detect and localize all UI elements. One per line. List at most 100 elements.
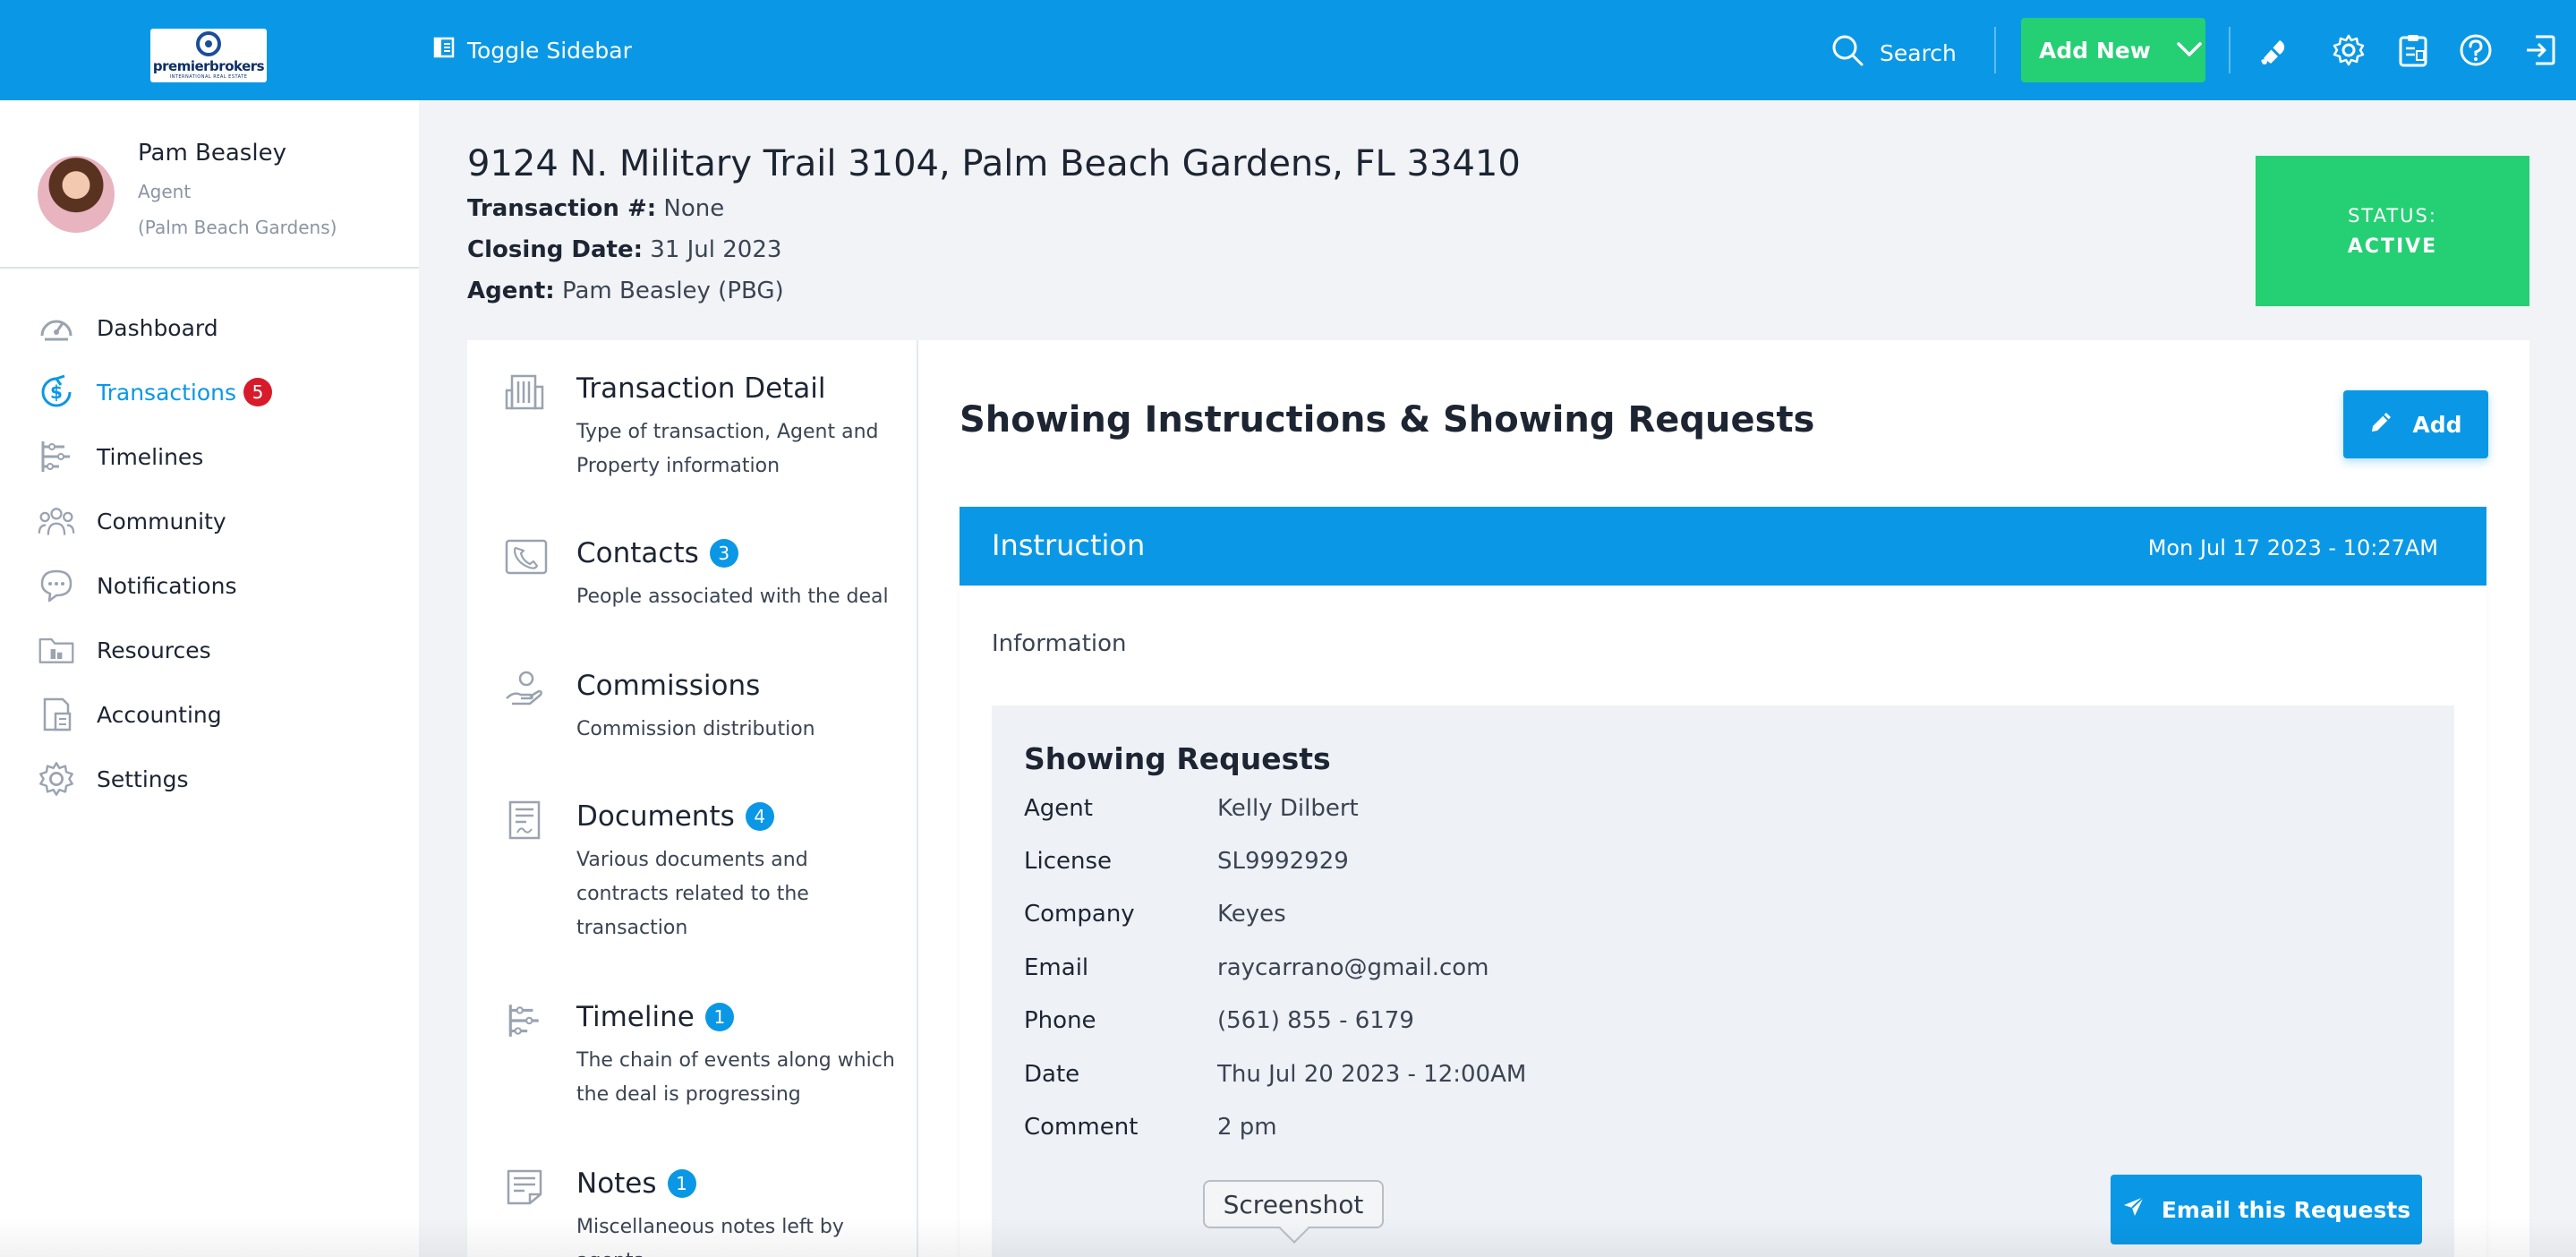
transaction-agent: Agent: Pam Beasley (PBG) (467, 278, 784, 304)
request-value: (561) 855 - 6179 (1217, 1007, 1414, 1034)
document-icon (505, 800, 544, 840)
speedometer-icon (38, 309, 75, 346)
request-value: SL9992929 (1217, 848, 1349, 875)
note-icon (505, 1167, 544, 1207)
section-description: Commission distribution (576, 718, 815, 740)
closing-date-value: 31 Jul 2023 (650, 236, 782, 263)
section-documents[interactable]: Documents 4 Various documents and contra… (505, 800, 899, 944)
section-title: Transaction Detail (576, 372, 826, 405)
sidebar-item-label: Timelines (97, 443, 204, 470)
calculator-icon (38, 696, 75, 733)
transaction-card: Transaction Detail Type of transaction, … (467, 340, 2529, 1257)
section-transaction-detail[interactable]: Transaction Detail Type of transaction, … (505, 372, 899, 477)
request-value: Keyes (1217, 901, 1286, 928)
building-icon (505, 372, 544, 412)
screenshot-tooltip: Screenshot (1203, 1180, 1384, 1228)
chat-bubble-icon (38, 567, 75, 604)
bell-icon[interactable] (2256, 32, 2291, 68)
folder-icon (38, 631, 75, 669)
company-logo[interactable]: premierbrokers INTERNATIONAL REAL ESTATE (150, 29, 267, 82)
page-title: Showing Instructions & Showing Requests (960, 399, 1815, 440)
search-button[interactable]: Search (1830, 32, 1957, 73)
request-value: Thu Jul 20 2023 - 12:00AM (1217, 1061, 1527, 1088)
gear-icon (38, 760, 75, 798)
search-label: Search (1880, 39, 1957, 66)
sidebar-item-label: Accounting (97, 701, 222, 728)
section-title: Contacts 3 (576, 537, 738, 569)
section-commissions[interactable]: Commissions Commission distribution (505, 670, 899, 741)
clipboard-icon[interactable] (2395, 32, 2431, 68)
contacts-count-badge: 3 (709, 539, 738, 568)
request-value: Kelly Dilbert (1217, 795, 1359, 822)
sidebar-nav: Dashboard $ Transactions 5 Timelines Com… (0, 295, 419, 811)
notes-count-badge: 1 (667, 1169, 696, 1198)
instruction-date: Mon Jul 17 2023 - 10:27AM (2147, 535, 2438, 560)
help-icon[interactable] (2458, 32, 2494, 68)
information-label: Information (992, 630, 1127, 657)
sidebar-item-label: Community (97, 508, 226, 534)
section-notes[interactable]: Notes 1 Miscellaneous notes left by agen… (505, 1167, 899, 1257)
profile-name: Pam Beasley (138, 140, 286, 167)
people-icon (38, 502, 75, 540)
pencil-icon (2369, 409, 2394, 440)
transaction-agent-value: Pam Beasley (PBG) (561, 278, 784, 304)
request-key: Comment (1024, 1114, 1139, 1141)
profile-office: (Palm Beach Gardens) (138, 217, 337, 238)
hand-coin-icon (505, 670, 544, 709)
transaction-sections-menu: Transaction Detail Type of transaction, … (467, 340, 918, 1257)
section-timeline[interactable]: Timeline 1 The chain of events along whi… (505, 1001, 899, 1108)
avatar[interactable] (38, 156, 115, 233)
add-new-dropdown[interactable]: Add New (2021, 18, 2205, 82)
instruction-title: Instruction (992, 528, 1146, 562)
section-description: Type of transaction, Agent and Property … (576, 421, 879, 477)
sidebar-item-settings[interactable]: Settings (0, 747, 419, 811)
divider (1994, 27, 1996, 73)
user-profile[interactable]: Pam Beasley Agent (Palm Beach Gardens) (0, 100, 419, 269)
sidebar-item-resources[interactable]: Resources (0, 618, 419, 682)
sidebar-item-timelines[interactable]: Timelines (0, 424, 419, 489)
timeline-icon (38, 438, 75, 475)
top-bar: premierbrokers INTERNATIONAL REAL ESTATE… (0, 0, 2576, 100)
request-key: Date (1024, 1061, 1080, 1088)
transaction-agent-label: Agent: (467, 278, 555, 304)
transactions-count-badge: 5 (243, 378, 273, 406)
sidebar-item-label: Settings (97, 765, 189, 792)
status-label: STATUS: (2348, 204, 2437, 227)
transaction-number: Transaction #: None (467, 195, 724, 222)
sidebar-item-label: Transactions (97, 379, 237, 406)
sidebar-item-notifications[interactable]: Notifications (0, 553, 419, 618)
section-title-text: Notes (576, 1167, 657, 1200)
status-value: ACTIVE (2347, 235, 2438, 258)
add-new-label: Add New (2039, 37, 2151, 64)
sidebar-icon (433, 37, 455, 64)
send-icon (2122, 1195, 2145, 1224)
sidebar-item-accounting[interactable]: Accounting (0, 682, 419, 747)
sidebar-item-transactions[interactable]: $ Transactions 5 (0, 360, 419, 424)
instruction-body: Information Showing Requests Agent Kelly… (960, 586, 2486, 1257)
section-contacts[interactable]: Contacts 3 People associated with the de… (505, 537, 899, 609)
section-description: Miscellaneous notes left by agents (576, 1216, 844, 1257)
section-title: Notes 1 (576, 1167, 696, 1200)
instruction-header: Instruction Mon Jul 17 2023 - 10:27AM (960, 507, 2486, 586)
timeline-icon (505, 1001, 544, 1040)
section-title: Commissions (576, 670, 760, 702)
gear-icon[interactable] (2331, 32, 2367, 68)
section-title: Documents 4 (576, 800, 774, 833)
request-key: Company (1024, 901, 1135, 928)
section-title-text: Timeline (576, 1001, 695, 1033)
sidebar: Pam Beasley Agent (Palm Beach Gardens) D… (0, 100, 419, 1257)
add-button-label: Add (2412, 411, 2462, 438)
logo-text: premierbrokers (152, 58, 265, 74)
chevron-down-icon (2176, 38, 2203, 64)
search-icon (1830, 32, 1865, 73)
request-value: 2 pm (1217, 1114, 1277, 1141)
sidebar-item-community[interactable]: Community (0, 489, 419, 553)
toggle-sidebar-button[interactable]: Toggle Sidebar (433, 32, 632, 68)
logout-icon[interactable] (2522, 32, 2558, 68)
sidebar-item-dashboard[interactable]: Dashboard (0, 295, 419, 360)
add-button[interactable]: Add (2343, 390, 2488, 458)
email-requests-button[interactable]: Email this Requests (2111, 1175, 2422, 1244)
phone-book-icon (505, 537, 548, 577)
request-key: Agent (1024, 795, 1093, 822)
sidebar-item-label: Dashboard (97, 314, 218, 341)
